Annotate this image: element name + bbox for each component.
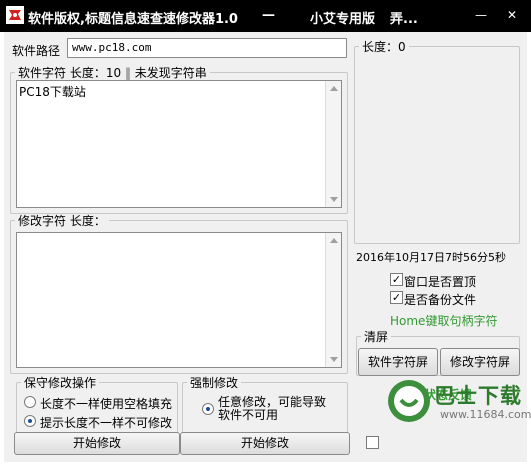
right-panel-group: 长度：0: [354, 38, 520, 244]
software-string-scrollbar[interactable]: [325, 81, 341, 207]
watermark-url: www.11684.com: [440, 408, 531, 421]
force-modify-legend: 强制修改: [190, 376, 239, 390]
modify-string-textarea[interactable]: [16, 232, 342, 368]
pad-spaces-label[interactable]: 长度不一样使用空格填充: [40, 395, 172, 412]
title-edition: 小艾专用版: [310, 12, 376, 27]
clear-screen-legend: 清屏: [364, 330, 389, 344]
safe-modify-legend: 保守修改操作: [24, 376, 97, 390]
software-string-textarea[interactable]: PC18下载站: [16, 80, 342, 208]
app-logo-icon: [6, 6, 24, 24]
force-modify-label[interactable]: 任意修改，可能导致软件不可用: [218, 396, 336, 422]
path-label: 软件路径: [12, 44, 61, 58]
topmost-label[interactable]: 窗口是否置顶: [404, 273, 476, 290]
extra-checkbox[interactable]: [366, 436, 379, 449]
minimize-button[interactable]: —: [472, 6, 490, 24]
modify-string-length: 长度：: [69, 214, 106, 228]
software-string-divider: ‖: [124, 66, 131, 80]
software-string-length: 长度：10: [69, 66, 122, 80]
path-input[interactable]: www.pc18.com: [67, 38, 347, 58]
software-string-legend: 软件字符: [18, 66, 67, 80]
client-area: 软件路径 www.pc18.com 软件字符 长度：10 ‖ 未发现字符串 PC…: [4, 32, 531, 462]
safe-start-modify-button[interactable]: 开始修改: [14, 432, 180, 455]
title-separator: —: [262, 8, 275, 23]
window-title: 软件版权,标题信息速查速修改器1.0: [28, 12, 238, 27]
datetime-label: 2016年10月17日7时56分5秒: [356, 251, 506, 264]
backup-label[interactable]: 是否备份文件: [404, 291, 476, 308]
watermark-brand: 巴士下载: [434, 384, 522, 408]
software-string-status: 未发现字符串: [134, 66, 207, 80]
clear-software-string-button[interactable]: 软件字符屏: [358, 348, 438, 376]
prompt-length-label[interactable]: 提示长度不一样不可修改: [40, 414, 172, 431]
scroll-down-icon[interactable]: [330, 197, 338, 202]
modify-string-scrollbar[interactable]: [325, 233, 341, 367]
home-hint-label: Home键取句柄字符: [390, 314, 498, 328]
scroll-up-icon[interactable]: [330, 238, 338, 243]
modify-string-legend: 修改字符: [18, 214, 67, 228]
backup-checkbox[interactable]: ✓: [390, 291, 403, 304]
topmost-checkbox[interactable]: ✓: [390, 273, 403, 286]
scroll-down-icon[interactable]: [330, 357, 338, 362]
pad-spaces-radio[interactable]: [24, 396, 36, 408]
right-length-label: 长度：0: [362, 40, 406, 54]
force-start-modify-button[interactable]: 开始修改: [180, 432, 350, 455]
watermark: 巴士下载 www.11684.com: [382, 378, 531, 426]
title-bar: 软件版权,标题信息速查速修改器1.0 — 小艾专用版 弄... — ✕: [0, 0, 531, 32]
scroll-up-icon[interactable]: [330, 86, 338, 91]
prompt-length-radio[interactable]: [24, 415, 36, 427]
close-button[interactable]: ✕: [503, 6, 521, 24]
software-string-content: PC18下载站: [19, 85, 86, 99]
watermark-logo-icon: [388, 380, 430, 422]
title-more: 弄...: [390, 12, 418, 27]
clear-modify-string-button[interactable]: 修改字符屏: [440, 348, 520, 376]
force-modify-radio[interactable]: [202, 403, 214, 415]
